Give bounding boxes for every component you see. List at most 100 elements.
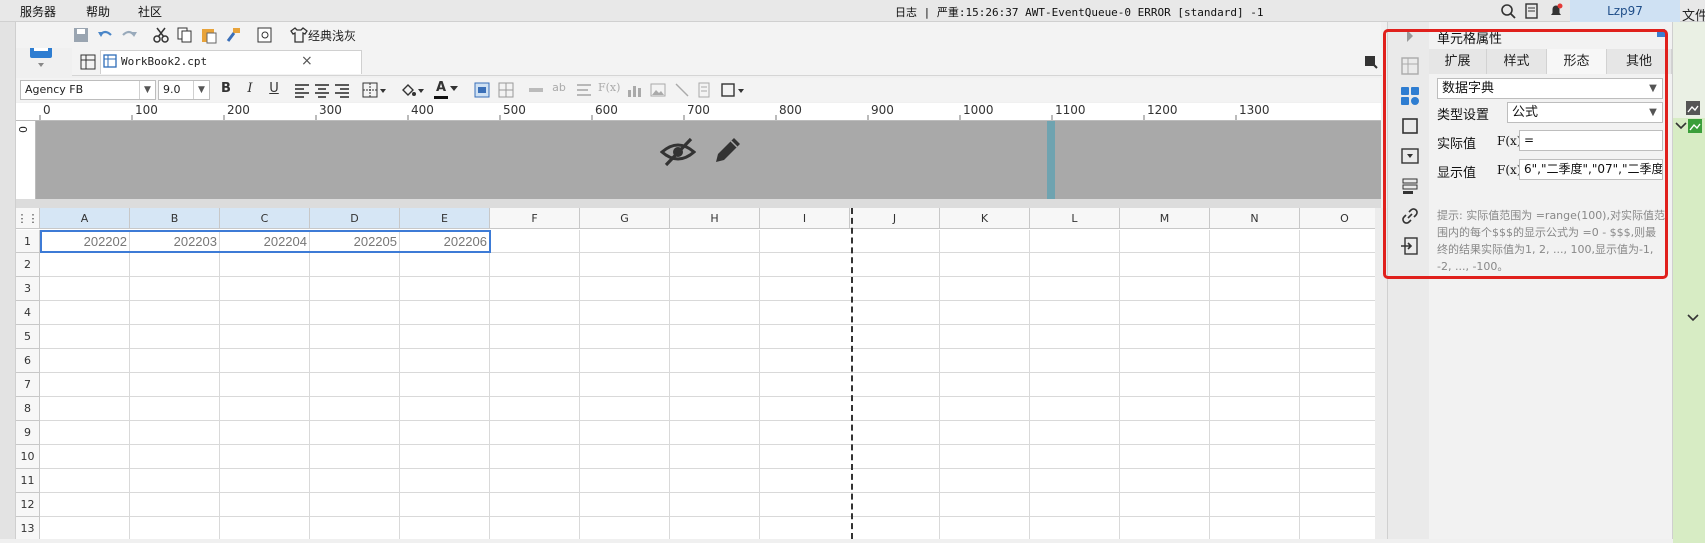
notes-icon[interactable]: [1524, 3, 1540, 19]
copy-icon[interactable]: [176, 26, 194, 44]
condition-attributes-icon[interactable]: [1400, 176, 1420, 196]
green-image-icon[interactable]: [1687, 118, 1703, 134]
column-header-g[interactable]: G: [580, 208, 670, 229]
bell-icon[interactable]: [1548, 3, 1564, 19]
preview-icon[interactable]: [256, 26, 274, 44]
cell-attributes-icon[interactable]: [1400, 86, 1420, 106]
save-icon[interactable]: [72, 26, 90, 44]
actual-value-input[interactable]: =: [1519, 130, 1663, 151]
column-header-i[interactable]: I: [760, 208, 850, 229]
format-painter-icon[interactable]: [224, 26, 242, 44]
actual-value-formula-button[interactable]: F(x): [1497, 134, 1521, 148]
menu-server[interactable]: 服务器: [20, 3, 56, 20]
tab-style[interactable]: 样式: [1487, 49, 1547, 74]
text-align-icon[interactable]: [576, 82, 592, 98]
cut-icon[interactable]: [152, 26, 170, 44]
collapse-arrow-icon[interactable]: [1400, 26, 1420, 46]
border-icon[interactable]: [362, 82, 388, 98]
font-color-button[interactable]: A: [434, 81, 448, 99]
link-disabled-icon[interactable]: [528, 82, 544, 98]
column-header-d[interactable]: D: [310, 208, 400, 229]
column-header-l[interactable]: L: [1030, 208, 1120, 229]
select-all-corner[interactable]: ⋮⋮: [16, 208, 40, 229]
pin-icon[interactable]: [1657, 29, 1665, 37]
user-account-button[interactable]: Lzp97: [1570, 0, 1680, 22]
log-status-text[interactable]: 日志 | 严重:15:26:37 AWT-EventQueue-0 ERROR …: [895, 4, 1264, 20]
align-right-icon[interactable]: [334, 82, 350, 98]
hyperlink-icon[interactable]: [1400, 206, 1420, 226]
gallery-icon[interactable]: [1685, 100, 1701, 116]
column-header-f[interactable]: F: [490, 208, 580, 229]
chart-icon[interactable]: [626, 82, 642, 98]
split-cells-icon[interactable]: [498, 82, 514, 98]
chevron-down-icon[interactable]: [1687, 312, 1699, 324]
italic-button[interactable]: I: [242, 81, 258, 99]
row-header-12[interactable]: 12: [16, 493, 40, 517]
column-header-k[interactable]: K: [940, 208, 1030, 229]
display-value-formula-button[interactable]: F(x): [1497, 163, 1521, 177]
text-ab-icon[interactable]: ab: [550, 81, 568, 99]
font-size-select[interactable]: 9.0 ▼: [158, 80, 210, 100]
align-center-icon[interactable]: [314, 82, 330, 98]
row-header-2[interactable]: 2: [16, 253, 40, 277]
cell-element-icon[interactable]: [1400, 56, 1420, 76]
column-header-h[interactable]: H: [670, 208, 760, 229]
column-header-o[interactable]: O: [1300, 208, 1375, 229]
paste-icon[interactable]: [200, 26, 218, 44]
tab-form[interactable]: 形态: [1547, 49, 1607, 74]
tab-other[interactable]: 其他: [1607, 49, 1672, 74]
column-header-n[interactable]: N: [1210, 208, 1300, 229]
underline-button[interactable]: U: [266, 81, 282, 99]
close-tab-icon[interactable]: ×: [301, 53, 313, 69]
workbook-tab[interactable]: WorkBook2.cpt ×: [100, 50, 362, 74]
grid-icon[interactable]: [80, 54, 96, 70]
row-header-8[interactable]: 8: [16, 397, 40, 421]
dropdown-widget-icon[interactable]: [1400, 146, 1420, 166]
image-icon[interactable]: [650, 82, 666, 98]
import-icon[interactable]: [1400, 236, 1420, 256]
column-header-j[interactable]: J: [850, 208, 940, 229]
tab-expand[interactable]: 扩展: [1429, 49, 1487, 74]
eye-hidden-icon[interactable]: [660, 134, 696, 170]
align-left-icon[interactable]: [294, 82, 310, 98]
menu-community[interactable]: 社区: [138, 3, 162, 20]
type-setting-select[interactable]: 公式 ▼: [1507, 102, 1663, 123]
display-value-input[interactable]: 6","二季度","07","二季度"): [1519, 159, 1663, 180]
formula-icon[interactable]: F(x): [598, 81, 620, 99]
column-header-m[interactable]: M: [1120, 208, 1210, 229]
chevron-down-icon[interactable]: [1675, 120, 1687, 132]
column-header-b[interactable]: B: [130, 208, 220, 229]
row-header-4[interactable]: 4: [16, 301, 40, 325]
undo-icon[interactable]: [96, 26, 114, 44]
theme-button[interactable]: 经典浅灰: [308, 27, 356, 44]
column-header-e[interactable]: E: [400, 208, 490, 229]
row-header-10[interactable]: 10: [16, 445, 40, 469]
chevron-down-icon[interactable]: [450, 86, 458, 92]
frame-icon[interactable]: [720, 82, 746, 98]
menu-help[interactable]: 帮助: [86, 3, 110, 20]
panel-toggle-icon[interactable]: [1364, 55, 1378, 69]
row-header-1[interactable]: 1: [16, 230, 40, 253]
bold-button[interactable]: B: [218, 81, 234, 99]
redo-icon[interactable]: [120, 26, 138, 44]
font-family-select[interactable]: Agency FB ▼: [20, 80, 156, 100]
row-header-11[interactable]: 11: [16, 469, 40, 493]
form-type-select[interactable]: 数据字典 ▼: [1437, 78, 1663, 99]
fill-color-icon[interactable]: [400, 82, 426, 98]
row-header-9[interactable]: 9: [16, 421, 40, 445]
column-header-c[interactable]: C: [220, 208, 310, 229]
edit-pencil-icon[interactable]: [712, 134, 744, 166]
row-header-6[interactable]: 6: [16, 349, 40, 373]
row-header-13[interactable]: 13: [16, 517, 40, 539]
merge-cells-icon[interactable]: [474, 82, 490, 98]
theme-shirt-icon[interactable]: [290, 26, 308, 44]
spreadsheet-grid[interactable]: ⋮⋮ A B C D E F G H I J K L M N O 1 2 3 4…: [16, 208, 1375, 539]
column-header-a[interactable]: A: [40, 208, 130, 229]
widget-frame-icon[interactable]: [1400, 116, 1420, 136]
subreport-icon[interactable]: [696, 82, 712, 98]
row-header-7[interactable]: 7: [16, 373, 40, 397]
report-header-area[interactable]: [16, 121, 1381, 199]
vertical-scrollbar[interactable]: [1375, 208, 1387, 539]
search-icon[interactable]: [1500, 3, 1516, 19]
row-header-5[interactable]: 5: [16, 325, 40, 349]
